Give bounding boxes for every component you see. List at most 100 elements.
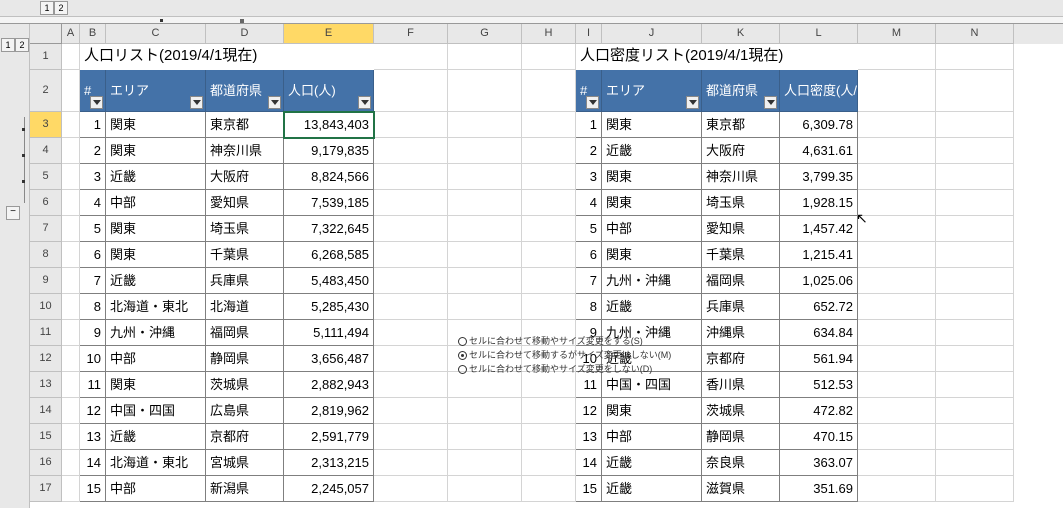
table2-value[interactable]: 1,457.42 [780, 216, 858, 242]
table1-value[interactable]: 2,882,943 [284, 372, 374, 398]
table1-value[interactable]: 2,245,057 [284, 476, 374, 502]
table1-value[interactable]: 7,322,645 [284, 216, 374, 242]
table1-value[interactable]: 2,591,779 [284, 424, 374, 450]
cell[interactable] [374, 44, 448, 70]
cell[interactable] [374, 138, 448, 164]
cell[interactable] [62, 346, 80, 372]
cell[interactable] [374, 294, 448, 320]
cell[interactable] [522, 242, 576, 268]
table2-value[interactable]: 1,025.06 [780, 268, 858, 294]
table2-value[interactable]: 634.84 [780, 320, 858, 346]
table2-pref[interactable]: 千葉県 [702, 242, 780, 268]
col-header-H[interactable]: H [522, 24, 576, 44]
cell[interactable] [936, 70, 1014, 112]
table2-num[interactable]: 15 [576, 476, 602, 502]
cell[interactable] [858, 398, 936, 424]
table1-num[interactable]: 5 [80, 216, 106, 242]
cell[interactable] [374, 164, 448, 190]
filter-dropdown-icon[interactable] [586, 96, 599, 109]
cell[interactable] [448, 268, 522, 294]
cell[interactable] [448, 398, 522, 424]
table1-num[interactable]: 7 [80, 268, 106, 294]
table2-value[interactable]: 470.15 [780, 424, 858, 450]
table2-value[interactable]: 363.07 [780, 450, 858, 476]
table1-value[interactable]: 3,656,487 [284, 346, 374, 372]
table2-area[interactable]: 近畿 [602, 294, 702, 320]
cell[interactable] [858, 216, 936, 242]
table1-pref[interactable]: 静岡県 [206, 346, 284, 372]
table1-value[interactable]: 13,843,403 [284, 112, 374, 138]
cell[interactable] [374, 112, 448, 138]
table1-area[interactable]: 関東 [106, 112, 206, 138]
outline-collapse-button[interactable]: − [6, 206, 20, 220]
table2-pref[interactable]: 香川県 [702, 372, 780, 398]
cell[interactable] [522, 44, 576, 70]
table2-pref[interactable]: 埼玉県 [702, 190, 780, 216]
table2-value[interactable]: 6,309.78 [780, 112, 858, 138]
table2-area[interactable]: 関東 [602, 242, 702, 268]
table2-value[interactable]: 472.82 [780, 398, 858, 424]
row-header-9[interactable]: 9 [30, 268, 62, 294]
col-header-E[interactable]: E [284, 24, 374, 44]
table1-num[interactable]: 12 [80, 398, 106, 424]
table2-area[interactable]: 関東 [602, 190, 702, 216]
cell[interactable] [62, 476, 80, 502]
table2-area[interactable]: 中部 [602, 216, 702, 242]
cell[interactable] [448, 424, 522, 450]
cell[interactable] [936, 424, 1014, 450]
cell[interactable] [448, 44, 522, 70]
cell[interactable] [936, 164, 1014, 190]
cell[interactable] [448, 216, 522, 242]
filter-dropdown-icon[interactable] [268, 96, 281, 109]
table1-num[interactable]: 14 [80, 450, 106, 476]
table2-value[interactable]: 652.72 [780, 294, 858, 320]
filter-dropdown-icon[interactable] [90, 96, 103, 109]
table2-pref[interactable]: 奈良県 [702, 450, 780, 476]
table1-value[interactable]: 9,179,835 [284, 138, 374, 164]
filter-dropdown-icon[interactable] [358, 96, 371, 109]
table1-num[interactable]: 4 [80, 190, 106, 216]
table2-area[interactable]: 近畿 [602, 450, 702, 476]
table1-header[interactable]: エリア [106, 70, 206, 112]
table2-area[interactable]: 関東 [602, 398, 702, 424]
cell[interactable] [858, 112, 936, 138]
table1-pref[interactable]: 愛知県 [206, 190, 284, 216]
table2-pref[interactable]: 神奈川県 [702, 164, 780, 190]
table2-header[interactable]: エリア [602, 70, 702, 112]
row-header-15[interactable]: 15 [30, 424, 62, 450]
table1-value[interactable]: 2,313,215 [284, 450, 374, 476]
cell[interactable] [448, 138, 522, 164]
table2-area[interactable]: 近畿 [602, 476, 702, 502]
col-header-L[interactable]: L [780, 24, 858, 44]
cell[interactable] [374, 70, 448, 112]
cell[interactable] [858, 44, 936, 70]
cell[interactable] [374, 476, 448, 502]
table2-num[interactable]: 14 [576, 450, 602, 476]
cell[interactable] [522, 450, 576, 476]
cell[interactable] [62, 242, 80, 268]
table1-value[interactable]: 2,819,962 [284, 398, 374, 424]
cell[interactable] [374, 268, 448, 294]
col-header-M[interactable]: M [858, 24, 936, 44]
table1-area[interactable]: 関東 [106, 216, 206, 242]
col-header-K[interactable]: K [702, 24, 780, 44]
table2-num[interactable]: 12 [576, 398, 602, 424]
outline-col-level-2[interactable]: 2 [54, 1, 68, 15]
table1-value[interactable]: 6,268,585 [284, 242, 374, 268]
cell[interactable] [858, 450, 936, 476]
cell[interactable] [936, 268, 1014, 294]
table1-area[interactable]: 中部 [106, 346, 206, 372]
table1-area[interactable]: 中国・四国 [106, 398, 206, 424]
table1-pref[interactable]: 兵庫県 [206, 268, 284, 294]
cell[interactable] [936, 242, 1014, 268]
cell[interactable] [522, 112, 576, 138]
cell[interactable] [62, 268, 80, 294]
cell[interactable] [374, 424, 448, 450]
table2-area[interactable]: 関東 [602, 112, 702, 138]
table1-area[interactable]: 関東 [106, 138, 206, 164]
col-header-N[interactable]: N [936, 24, 1014, 44]
table1-value[interactable]: 5,285,430 [284, 294, 374, 320]
cell[interactable] [936, 138, 1014, 164]
table1-value[interactable]: 7,539,185 [284, 190, 374, 216]
cell[interactable] [448, 476, 522, 502]
